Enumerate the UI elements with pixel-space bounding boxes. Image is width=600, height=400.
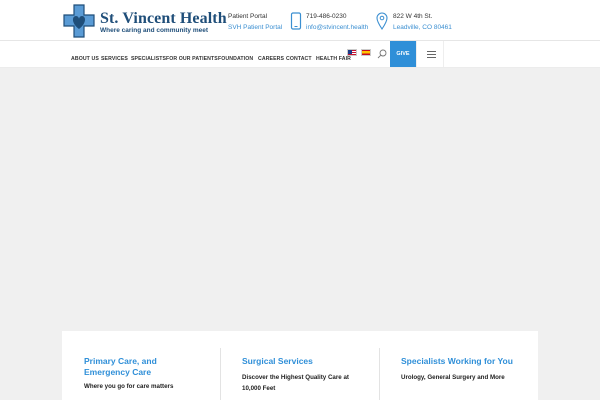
email-link[interactable]: info@stvincent.health xyxy=(306,24,368,31)
us-flag-icon[interactable] xyxy=(347,49,357,56)
brand-tagline: Where caring and community meet xyxy=(100,27,208,34)
card-title[interactable]: Primary Care, and Emergency Care xyxy=(84,356,194,378)
patient-portal-label: Patient Portal xyxy=(228,13,268,20)
card-separator xyxy=(379,348,380,400)
card-surgical-services[interactable]: Surgical Services Discover the Highest Q… xyxy=(220,331,379,400)
spain-flag-icon[interactable] xyxy=(361,49,371,56)
address-street: 822 W 4th St. xyxy=(393,13,433,20)
brand-name: St. Vincent Health xyxy=(100,10,227,27)
nav-item-for-our-patients[interactable]: FOR OUR PATIENTS xyxy=(166,56,218,62)
address-city[interactable]: Leadville, CO 80461 xyxy=(393,24,452,31)
card-description: Urology, General Surgery and More xyxy=(401,374,505,381)
card-primary-care[interactable]: Primary Care, and Emergency Care Where y… xyxy=(62,331,220,400)
nav-item-services[interactable]: SERVICES xyxy=(101,56,128,62)
card-separator xyxy=(220,348,221,400)
main-nav: ABOUT US SERVICES SPECIALISTS FOR OUR PA… xyxy=(0,41,600,67)
give-button[interactable]: GIVE xyxy=(390,41,416,67)
header-bar: St. Vincent Health Where caring and comm… xyxy=(0,0,600,40)
brand-logo[interactable]: St. Vincent Health Where caring and comm… xyxy=(62,4,227,38)
search-icon[interactable] xyxy=(377,49,387,59)
nav-item-specialists[interactable]: SPECIALISTS xyxy=(131,56,166,62)
patient-portal-link[interactable]: SVH Patient Portal xyxy=(228,24,282,31)
hamburger-icon[interactable] xyxy=(416,41,444,67)
map-pin-icon xyxy=(376,12,388,30)
phone-icon xyxy=(290,12,302,30)
card-title[interactable]: Surgical Services xyxy=(242,356,362,367)
patient-portal-block: Patient Portal SVH Patient Portal xyxy=(228,13,282,31)
nav-item-contact[interactable]: CONTACT xyxy=(286,56,312,62)
nav-item-foundation[interactable]: FOUNDATION xyxy=(218,56,253,62)
card-description: Where you go for care matters xyxy=(84,383,174,390)
cross-heart-icon xyxy=(63,4,95,38)
nav-item-about-us[interactable]: ABOUT US xyxy=(71,56,99,62)
card-description: Discover the Highest Quality Care at 10,… xyxy=(242,374,349,392)
nav-item-careers[interactable]: CAREERS xyxy=(258,56,284,62)
card-specialists[interactable]: Specialists Working for You Urology, Gen… xyxy=(379,331,538,400)
card-title[interactable]: Specialists Working for You xyxy=(401,356,531,367)
services-panel: Primary Care, and Emergency Care Where y… xyxy=(62,331,538,400)
phone-number[interactable]: 719-486-0230 xyxy=(306,13,368,20)
nav-item-health-fair[interactable]: HEALTH FAIR xyxy=(316,56,351,62)
